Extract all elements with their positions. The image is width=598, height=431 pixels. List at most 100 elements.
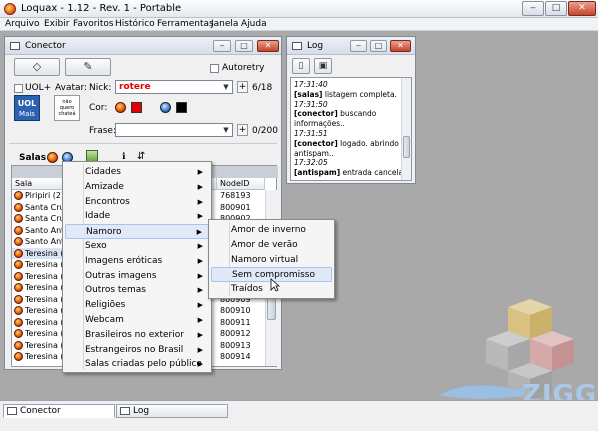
log-output[interactable]: 17:31:40 [salas] listagem completa. 17:31:… <box>290 77 412 181</box>
tab-conector[interactable]: Conector <box>3 404 115 418</box>
conector-maximize-button[interactable]: □ <box>235 40 253 52</box>
context-menu-item-label: Idade <box>85 211 111 222</box>
log-save-button[interactable]: ▣ <box>314 58 332 74</box>
room-icon <box>14 352 23 361</box>
nick-value: rotere <box>119 82 151 92</box>
conector-minimize-button[interactable]: ‒ <box>213 40 231 52</box>
log-tag: [antispam] <box>294 168 341 178</box>
log-line: informações.. <box>294 119 345 128</box>
submenu-item[interactable]: Amor de verão <box>211 238 332 253</box>
chevron-right-icon: ▶ <box>197 168 203 176</box>
menu-janela[interactable]: Janela <box>211 19 238 29</box>
nick-plus-button[interactable]: + <box>237 81 248 93</box>
log-minimize-button[interactable]: ‒ <box>350 40 367 52</box>
avatar-label: Avatar: <box>55 83 88 93</box>
chevron-down-icon[interactable]: ▼ <box>220 81 232 93</box>
chevron-right-icon: ▶ <box>197 301 203 310</box>
window-icon <box>120 407 130 415</box>
log-close-button[interactable]: ✕ <box>390 40 411 52</box>
room-icon <box>14 248 23 258</box>
context-menu-item[interactable]: Religiões ▶ <box>65 298 209 313</box>
window-icon <box>292 42 302 50</box>
menu-favoritos[interactable]: Favoritos <box>73 19 114 29</box>
log-text: listagem completa. <box>322 89 397 99</box>
autoretry-checkbox[interactable] <box>210 64 219 73</box>
context-menu-item[interactable]: Idade ▶ <box>65 209 209 224</box>
frase-plus-button[interactable]: + <box>237 124 248 136</box>
conector-titlebar[interactable]: Conector ‒ □ ✕ <box>5 37 281 55</box>
chevron-right-icon: ▶ <box>197 182 203 191</box>
context-menu-item[interactable]: Imagens eróticas ▶ <box>65 254 209 269</box>
maximize-button[interactable]: □ <box>545 1 567 16</box>
submenu-item[interactable]: Amor de inverno <box>211 223 332 238</box>
context-menu-item[interactable]: Salas criadas pelo público ▶ <box>65 357 209 372</box>
uol-logo[interactable]: UOL Mais <box>14 95 40 121</box>
close-button[interactable]: ✕ <box>568 1 596 16</box>
log-maximize-button[interactable]: □ <box>370 40 387 52</box>
context-menu-item-label: Webcam <box>85 315 124 325</box>
frase-label: Frase: <box>89 126 116 136</box>
log-text: logado. abrindo <box>337 138 399 148</box>
page-icon: ▯ <box>298 61 304 71</box>
log-line: [conector] buscando <box>294 109 376 118</box>
room-icon <box>14 214 23 223</box>
menu-arquivo[interactable]: Arquivo <box>5 19 39 29</box>
tab-log[interactable]: Log <box>116 404 228 418</box>
context-menu-item[interactable]: Cidades ▶ <box>65 165 209 180</box>
nick-input[interactable]: rotere ▼ <box>115 80 233 94</box>
disconnect-button[interactable]: ✎ <box>65 58 111 76</box>
cor-label: Cor: <box>89 103 108 113</box>
chevron-right-icon: ▶ <box>197 242 203 250</box>
pen-icon: ✎ <box>83 60 93 73</box>
context-menu-item[interactable]: Amizade ▶ <box>65 180 209 195</box>
text-color-swatch[interactable] <box>176 102 187 113</box>
uol-logo-bottom: Mais <box>19 110 35 118</box>
context-menu-item[interactable]: Outras imagens ▶ <box>65 269 209 284</box>
divider <box>9 143 277 144</box>
frase-input[interactable]: ▼ <box>115 123 233 137</box>
menu-ajuda[interactable]: Ajuda <box>241 19 267 29</box>
chevron-down-icon[interactable]: ▼ <box>220 124 232 136</box>
log-clear-button[interactable]: ▯ <box>292 58 310 74</box>
log-titlebar[interactable]: Log ‒ □ ✕ <box>287 37 415 55</box>
room-icon <box>14 260 23 269</box>
avatar-image[interactable]: não quero chateá <box>54 95 80 121</box>
menu-ferramentas[interactable]: Ferramentas <box>157 19 214 29</box>
log-text: antispam.. <box>294 148 334 158</box>
salas-uol-icon[interactable] <box>47 152 58 163</box>
menu-historico[interactable]: Histórico <box>115 19 155 29</box>
log-tag: [salas] <box>294 89 323 99</box>
room-icon <box>14 237 23 246</box>
nick-color-swatch[interactable] <box>131 102 142 113</box>
submenu-item[interactable]: Namoro virtual <box>211 253 332 268</box>
context-menu-item[interactable]: Namoro ▶ <box>65 224 209 240</box>
uol-plus-checkbox[interactable] <box>14 84 23 93</box>
log-line: [antispam] entrada cancelada. <box>294 168 411 178</box>
context-menu-item[interactable]: Estrangeiros no Brasil ▶ <box>65 343 209 358</box>
log-line: 17:32:05 <box>294 158 328 167</box>
context-menu-item-label: Imagens eróticas <box>85 255 163 266</box>
context-menu-item[interactable]: Brasileiros no exterior ▶ <box>65 328 209 343</box>
column-header-nodeid[interactable]: NodeID <box>217 178 265 190</box>
log-scrollbar[interactable] <box>401 78 411 180</box>
save-icon: ▣ <box>318 61 328 71</box>
room-icon <box>14 202 23 212</box>
context-menu-item[interactable]: Sexo ▶ <box>65 239 209 254</box>
log-timestamp: 17:31:50 <box>294 99 328 109</box>
chevron-right-icon: ▶ <box>197 330 203 339</box>
frase-count: 0/200 <box>252 126 278 136</box>
menu-exibir[interactable]: Exibir <box>44 19 69 29</box>
rooms-context-menu: Cidades ▶ Amizade ▶ Encontros ▶ Idade ▶ Namoro ▶ S… <box>62 161 212 373</box>
log-scroll-thumb[interactable] <box>403 136 410 158</box>
chevron-right-icon: ▶ <box>196 228 202 237</box>
chevron-right-icon: ▶ <box>197 271 203 280</box>
minimize-button[interactable]: ‒ <box>522 1 544 16</box>
context-menu-item[interactable]: Outros temas ▶ <box>65 283 209 298</box>
connect-button[interactable]: ◇ <box>14 58 60 76</box>
conector-close-button[interactable]: ✕ <box>257 40 279 52</box>
room-icon <box>14 340 23 350</box>
log-line: [salas] listagem completa. <box>294 90 397 99</box>
context-menu-item[interactable]: Webcam ▶ <box>65 313 209 328</box>
uol-plus-label: UOL+ <box>25 83 52 93</box>
context-menu-item[interactable]: Encontros ▶ <box>65 195 209 210</box>
